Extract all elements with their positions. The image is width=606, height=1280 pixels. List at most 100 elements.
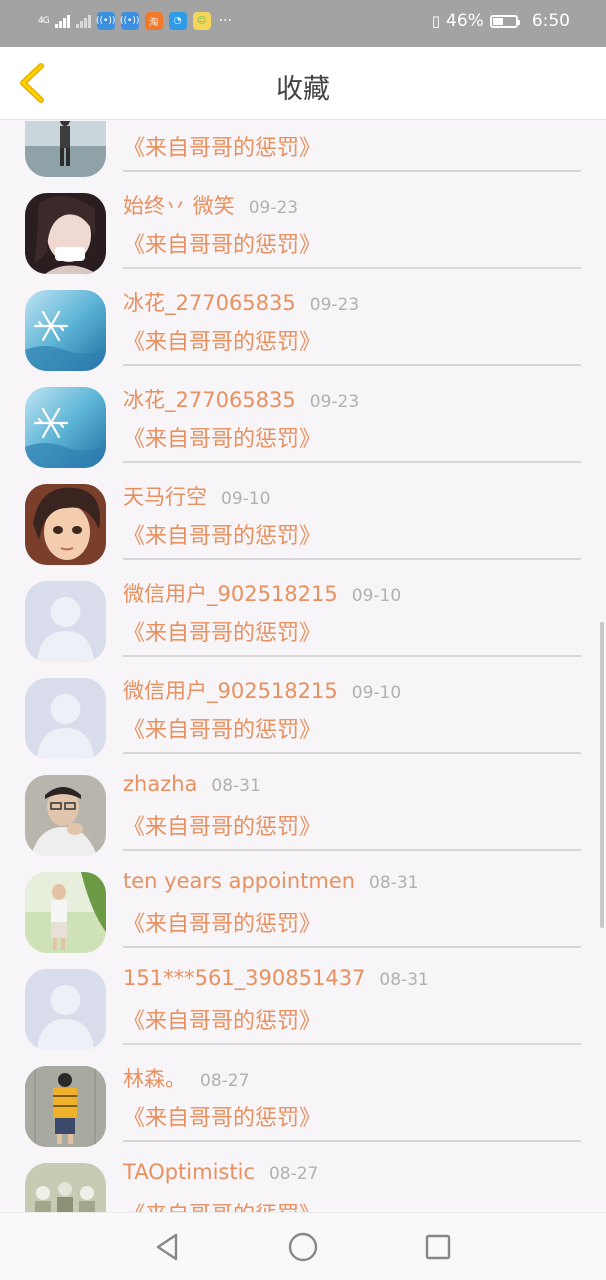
user-name[interactable]: 微信用户_902518215	[123, 679, 338, 703]
favorite-date: 08-31	[369, 873, 419, 893]
favorite-date: 09-23	[309, 392, 360, 412]
user-name[interactable]: zhazha	[123, 772, 197, 796]
favorite-date: 08-31	[379, 970, 429, 990]
signal-2-icon	[75, 14, 91, 28]
nav-back-button[interactable]	[152, 1231, 184, 1263]
work-title[interactable]: 《来自哥哥的惩罚》	[123, 1100, 321, 1132]
work-title[interactable]: 《来自哥哥的惩罚》	[123, 130, 321, 162]
favorite-date: 08-31	[211, 776, 261, 796]
favorite-row[interactable]: 始终丷 微笑 09-23 《来自哥哥的惩罚》	[0, 172, 606, 274]
user-name[interactable]: TAOptimistic	[123, 1160, 255, 1184]
avatar-image	[25, 484, 106, 565]
circle-home-icon	[288, 1232, 318, 1262]
page-title: 收藏	[276, 74, 330, 105]
clock: 6:50	[531, 11, 570, 31]
favorite-row[interactable]: 微信用户_902518215 09-10 《来自哥哥的惩罚》	[0, 657, 606, 759]
avatar-image	[25, 678, 106, 759]
favorite-text: TAOptimistic 08-27 《来自哥哥的惩罚》	[123, 1160, 581, 1212]
user-name[interactable]: 冰花_277065835	[123, 291, 296, 315]
status-right: ▯ 46% 6:50	[432, 11, 570, 31]
work-title[interactable]: 《来自哥哥的惩罚》	[123, 227, 321, 259]
square-recents-icon	[425, 1234, 451, 1260]
favorite-text: 天马行空 09-10 《来自哥哥的惩罚》	[123, 481, 581, 560]
user-avatar[interactable]	[25, 1163, 106, 1212]
avatar-image	[25, 1066, 106, 1147]
favorite-text: 151***561_390851437 08-31 《来自哥哥的惩罚》	[123, 966, 581, 1045]
favorite-date: 09-10	[221, 489, 271, 509]
nav-recents-button[interactable]	[422, 1231, 454, 1263]
scrollbar[interactable]	[600, 622, 604, 928]
favorite-date: 09-10	[351, 586, 402, 606]
work-title[interactable]: 《来自哥哥的惩罚》	[123, 712, 321, 744]
favorite-date: 08-27	[200, 1071, 250, 1091]
user-avatar[interactable]	[25, 121, 106, 177]
avatar-image	[25, 969, 106, 1050]
title-bar: 收藏	[0, 47, 606, 120]
avatar-image	[25, 121, 106, 177]
favorite-row[interactable]: 乡水卧龙09-23《来自哥哥的惩罚》	[0, 121, 606, 177]
user-name[interactable]: 天马行空	[123, 485, 207, 509]
favorite-row[interactable]: 微信用户_902518215 09-10 《来自哥哥的惩罚》	[0, 560, 606, 662]
favorite-row[interactable]: 151***561_390851437 08-31 《来自哥哥的惩罚》	[0, 948, 606, 1050]
navigation-bar	[0, 1212, 606, 1280]
user-name[interactable]: 冰花_277065835	[123, 388, 296, 412]
user-avatar[interactable]	[25, 484, 106, 565]
user-avatar[interactable]	[25, 872, 106, 953]
triangle-back-icon	[156, 1233, 178, 1261]
network-type: 4G	[38, 16, 50, 26]
favorite-text: 始终丷 微笑 09-23 《来自哥哥的惩罚》	[123, 190, 581, 269]
hotspot-icon: ((•))	[96, 12, 115, 30]
favorite-row[interactable]: zhazha 08-31 《来自哥哥的惩罚》	[0, 754, 606, 856]
battery-icon	[489, 14, 520, 28]
user-name[interactable]: 林森。	[123, 1067, 186, 1091]
favorite-text: 林森。 08-27 《来自哥哥的惩罚》	[123, 1063, 581, 1142]
work-title[interactable]: 《来自哥哥的惩罚》	[123, 324, 321, 356]
avatar-image	[25, 872, 106, 953]
favorite-row[interactable]: TAOptimistic 08-27 《来自哥哥的惩罚》	[0, 1142, 606, 1212]
favorite-date: 09-23	[309, 295, 360, 315]
user-avatar[interactable]	[25, 193, 106, 274]
user-avatar[interactable]	[25, 581, 106, 662]
favorites-list[interactable]: 乡水卧龙09-23《来自哥哥的惩罚》始终丷 微笑09-23《来自哥哥的惩罚》冰花…	[0, 121, 606, 1212]
signal-icon	[54, 14, 70, 28]
avatar-image	[25, 1163, 106, 1212]
favorite-row[interactable]: 冰花_277065835 09-23 《来自哥哥的惩罚》	[0, 366, 606, 468]
favorite-row[interactable]: 冰花_277065835 09-23 《来自哥哥的惩罚》	[0, 269, 606, 371]
app-blue-icon: ◔	[168, 12, 187, 30]
work-title[interactable]: 《来自哥哥的惩罚》	[123, 906, 321, 938]
favorites-list-inner: 乡水卧龙09-23《来自哥哥的惩罚》始终丷 微笑09-23《来自哥哥的惩罚》冰花…	[0, 121, 606, 1212]
nav-home-button[interactable]	[287, 1231, 319, 1263]
user-name[interactable]: 151***561_390851437	[123, 966, 365, 990]
user-avatar[interactable]	[25, 969, 106, 1050]
favorite-row[interactable]: ten years appointmen 08-31 《来自哥哥的惩罚》	[0, 851, 606, 953]
work-title[interactable]: 《来自哥哥的惩罚》	[123, 1003, 321, 1035]
status-bar: 4G ((•)) ((•)) 淘 ◔ ☺ ··· ▯ 46% 6:50	[0, 0, 606, 47]
battery-percent: 46%	[446, 11, 484, 31]
favorite-text: 乡水卧龙09-23《来自哥哥的惩罚》	[123, 121, 581, 172]
favorite-text: zhazha 08-31 《来自哥哥的惩罚》	[123, 772, 581, 851]
vibrate-icon: ▯	[431, 12, 441, 30]
user-avatar[interactable]	[25, 387, 106, 468]
favorite-date: 09-23	[248, 198, 299, 218]
favorite-row[interactable]: 天马行空 09-10 《来自哥哥的惩罚》	[0, 463, 606, 565]
user-name[interactable]: 始终丷 微笑	[123, 194, 235, 218]
work-title[interactable]: 《来自哥哥的惩罚》	[123, 809, 321, 841]
avatar-image	[25, 290, 106, 371]
status-left: 4G ((•)) ((•)) 淘 ◔ ☺ ···	[38, 12, 232, 30]
favorite-row[interactable]: 林森。 08-27 《来自哥哥的惩罚》	[0, 1045, 606, 1147]
taobao-icon: 淘	[144, 12, 163, 30]
work-title[interactable]: 《来自哥哥的惩罚》	[123, 615, 321, 647]
user-avatar[interactable]	[25, 290, 106, 371]
app-smile-icon: ☺	[192, 12, 211, 30]
work-title[interactable]: 《来自哥哥的惩罚》	[123, 421, 321, 453]
avatar-image	[25, 775, 106, 856]
work-title[interactable]: 《来自哥哥的惩罚》	[123, 1197, 321, 1212]
more-notifications-icon: ···	[218, 13, 233, 29]
user-name[interactable]: ten years appointmen	[123, 869, 355, 893]
work-title[interactable]: 《来自哥哥的惩罚》	[123, 518, 321, 550]
user-avatar[interactable]	[25, 775, 106, 856]
user-avatar[interactable]	[25, 1066, 106, 1147]
user-name[interactable]: 微信用户_902518215	[123, 582, 338, 606]
favorite-text: ten years appointmen 08-31 《来自哥哥的惩罚》	[123, 869, 581, 948]
user-avatar[interactable]	[25, 678, 106, 759]
